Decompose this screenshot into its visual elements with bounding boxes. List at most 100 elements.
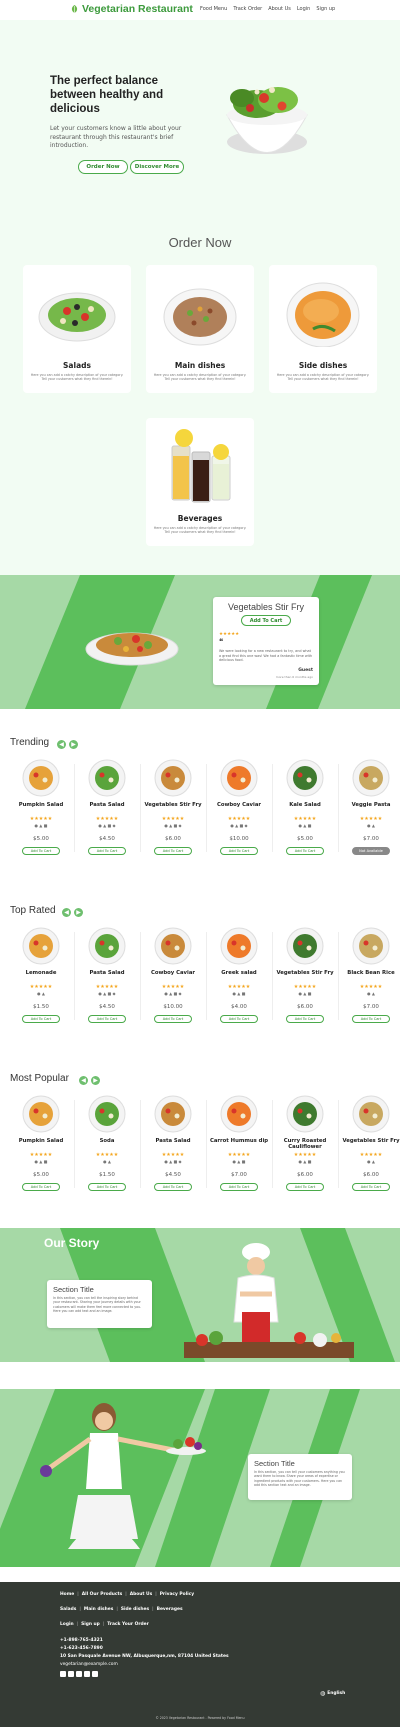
- product-card[interactable]: Pasta Salad ★★★★★ ● ▲ ■ ◆ $4.50 Add To Cart: [76, 754, 138, 862]
- category-name: Salads: [63, 361, 91, 370]
- footer-link-track-order[interactable]: Track Your Order: [107, 1622, 149, 1627]
- youtube-icon[interactable]: [92, 1671, 98, 1677]
- footer-link-beverages[interactable]: Beverages: [157, 1607, 183, 1612]
- globe-icon: ◍: [320, 1690, 326, 1697]
- trending-next-button[interactable]: ▶: [69, 740, 78, 749]
- product-divider: [338, 764, 339, 852]
- footer-link-home[interactable]: Home: [60, 1592, 74, 1597]
- add-to-cart-button[interactable]: Add To Cart: [286, 1015, 324, 1023]
- product-card[interactable]: Cowboy Caviar ★★★★★ ● ▲ ■ ◆ $10.00 Add To Ca…: [208, 754, 270, 862]
- nav-track-order[interactable]: Track Order: [233, 6, 262, 12]
- product-rating-stars: ★★★★★: [293, 816, 317, 822]
- category-card-beverages[interactable]: Beverages Here you can add a catchy desc…: [146, 418, 254, 546]
- most-popular-next-button[interactable]: ▶: [91, 1076, 100, 1085]
- product-price: $4.50: [165, 1172, 181, 1178]
- product-card[interactable]: Soda ★★★★★ ● ▲ $1.50 Add To Cart: [76, 1090, 138, 1198]
- product-card[interactable]: Greek salad ★★★★★ ● ▲ ■ $4.00 Add To Cart: [208, 922, 270, 1030]
- add-to-cart-button[interactable]: Add To Cart: [88, 847, 126, 855]
- product-name: Pumpkin Salad: [18, 802, 64, 808]
- language-selector[interactable]: ◍ English: [320, 1690, 345, 1697]
- featured-dish-card: Vegetables Stir Fry Add To Cart ★★★★★ ❝ …: [213, 597, 319, 685]
- product-card[interactable]: Veggie Pasta ★★★★★ ● ▲ $7.00 Not Available: [340, 754, 400, 862]
- top-rated-next-button[interactable]: ▶: [74, 908, 83, 917]
- product-price: $10.00: [163, 1004, 183, 1010]
- footer-phone-1[interactable]: +1-898-765-4321: [60, 1638, 103, 1643]
- category-card-side-dishes[interactable]: Side dishes Here you can add a catchy de…: [269, 265, 377, 393]
- product-card[interactable]: Pasta Salad ★★★★★ ● ▲ ■ ◆ $4.50 Add To Cart: [142, 1090, 204, 1198]
- most-popular-prev-button[interactable]: ◀: [79, 1076, 88, 1085]
- salads-image: [38, 292, 116, 342]
- nav-food-menu[interactable]: Food Menu: [200, 6, 227, 12]
- product-divider: [338, 1100, 339, 1188]
- review-time: more than 6 months ago: [275, 675, 313, 679]
- add-to-cart-button[interactable]: Add To Cart: [88, 1015, 126, 1023]
- product-card[interactable]: Kale Salad ★★★★★ ● ▲ ■ $5.00 Add To Cart: [274, 754, 336, 862]
- dietary-icons: ● ▲: [367, 991, 375, 996]
- dietary-icons: ● ▲: [103, 1159, 111, 1164]
- footer-phone-2[interactable]: +1-623-456-7890: [60, 1646, 103, 1651]
- top-rated-prev-button[interactable]: ◀: [62, 908, 71, 917]
- product-card[interactable]: Black Bean Rice ★★★★★ ● ▲ $7.00 Add To Cart: [340, 922, 400, 1030]
- add-to-cart-button[interactable]: Add To Cart: [22, 847, 60, 855]
- footer-link-salads[interactable]: Salads: [60, 1607, 76, 1612]
- add-to-cart-button[interactable]: Add To Cart: [220, 1183, 258, 1191]
- add-to-cart-button[interactable]: Add To Cart: [88, 1183, 126, 1191]
- nav-sign-up[interactable]: Sign up: [316, 6, 335, 12]
- footer-link-privacy-policy[interactable]: Privacy Policy: [160, 1592, 194, 1597]
- product-card[interactable]: Pasta Salad ★★★★★ ● ▲ ■ ◆ $4.50 Add To Cart: [76, 922, 138, 1030]
- category-card-salads[interactable]: Salads Here you can add a catchy descrip…: [23, 265, 131, 393]
- add-to-cart-button[interactable]: Add To Cart: [220, 847, 258, 855]
- trending-prev-button[interactable]: ◀: [57, 740, 66, 749]
- footer-link-all-products[interactable]: All Our Products: [82, 1592, 122, 1597]
- twitter-icon[interactable]: [68, 1671, 74, 1677]
- product-price: $1.50: [33, 1004, 49, 1010]
- product-rating-stars: ★★★★★: [95, 816, 119, 822]
- add-to-cart-button[interactable]: Add To Cart: [220, 1015, 258, 1023]
- story-card-text: In this section, you can tell the inspir…: [53, 1296, 142, 1314]
- email-icon[interactable]: [76, 1671, 82, 1677]
- nav-about-us[interactable]: About Us: [268, 6, 291, 12]
- add-to-cart-button[interactable]: Add To Cart: [22, 1183, 60, 1191]
- facebook-icon[interactable]: [60, 1671, 66, 1677]
- add-to-cart-button[interactable]: Add To Cart: [154, 847, 192, 855]
- category-card-main-dishes[interactable]: Main dishes Here you can add a catchy de…: [146, 265, 254, 393]
- review-author: Guest: [298, 668, 313, 673]
- product-price: $5.00: [33, 836, 49, 842]
- product-card[interactable]: Vegetables Stir Fry ★★★★★ ● ▲ ■ ◆ $6.00 Add …: [142, 754, 204, 862]
- add-to-cart-button[interactable]: Add To Cart: [352, 1183, 390, 1191]
- product-card[interactable]: Lemonade ★★★★★ ● ▲ $1.50 Add To Cart: [10, 922, 72, 1030]
- order-now-title: Order Now: [168, 235, 232, 250]
- add-to-cart-button[interactable]: Add To Cart: [286, 847, 324, 855]
- add-to-cart-button[interactable]: Add To Cart: [22, 1015, 60, 1023]
- featured-add-to-cart-button[interactable]: Add To Cart: [241, 615, 291, 626]
- footer-email[interactable]: vegetarian@example.com: [60, 1662, 118, 1667]
- product-card[interactable]: Curry Roasted Cauliflower ★★★★★ ● ▲ ■ $6.00…: [274, 1090, 336, 1198]
- add-to-cart-button[interactable]: Add To Cart: [154, 1183, 192, 1191]
- top-rated-section: Top Rated ◀ ▶ Lemonade ★★★★★ ● ▲ $1.50 Add T…: [0, 896, 400, 1044]
- nav-login[interactable]: Login: [297, 6, 311, 12]
- add-to-cart-button[interactable]: Add To Cart: [286, 1183, 324, 1191]
- order-now-button[interactable]: Order Now: [78, 160, 128, 174]
- product-card[interactable]: Cowboy Caviar ★★★★★ ● ▲ ■ ◆ $10.00 Add To Ca…: [142, 922, 204, 1030]
- footer-link-about-us[interactable]: About Us: [130, 1592, 153, 1597]
- footer-link-sign-up[interactable]: Sign up: [81, 1622, 100, 1627]
- footer-link-side-dishes[interactable]: Side dishes: [121, 1607, 149, 1612]
- add-to-cart-button[interactable]: Add To Cart: [352, 1015, 390, 1023]
- product-card[interactable]: Pumpkin Salad ★★★★★ ● ▲ ■ $5.00 Add To Cart: [10, 1090, 72, 1198]
- product-card[interactable]: Pumpkin Salad ★★★★★ ● ▲ ■ $5.00 Add To Cart: [10, 754, 72, 862]
- add-to-cart-button[interactable]: Add To Cart: [154, 1015, 192, 1023]
- product-rating-stars: ★★★★★: [293, 984, 317, 990]
- footer-link-login[interactable]: Login: [60, 1622, 74, 1627]
- brand-logo[interactable]: Vegetarian Restaurant: [70, 3, 193, 15]
- discover-more-button[interactable]: Discover More: [130, 160, 184, 174]
- product-divider: [206, 764, 207, 852]
- dietary-icons: ● ▲ ■: [298, 991, 312, 996]
- product-price: $6.00: [363, 1172, 379, 1178]
- instagram-icon[interactable]: [84, 1671, 90, 1677]
- hero-text: Let your customers know a little about y…: [50, 125, 182, 149]
- product-card[interactable]: Vegetables Stir Fry ★★★★★ ● ▲ $6.00 Add To C…: [340, 1090, 400, 1198]
- product-card[interactable]: Carrot Hummus dip ★★★★★ ● ▲ ■ $7.00 Add To C…: [208, 1090, 270, 1198]
- add-to-cart-button[interactable]: Not Available: [352, 847, 390, 855]
- product-card[interactable]: Vegetables Stir Fry ★★★★★ ● ▲ ■ $6.00 Add To…: [274, 922, 336, 1030]
- footer-link-main-dishes[interactable]: Main dishes: [84, 1607, 113, 1612]
